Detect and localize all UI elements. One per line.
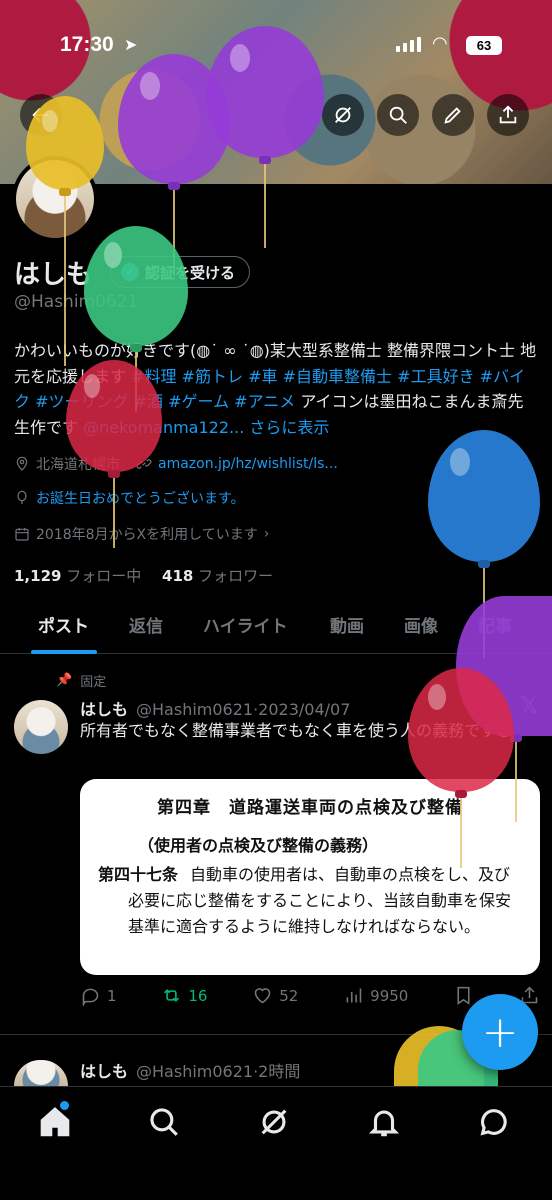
nav-messages[interactable] [477, 1105, 511, 1139]
chevron-right-icon: › [263, 526, 270, 542]
tab-replies[interactable]: 返信 [129, 612, 163, 637]
hashtag-link[interactable]: #筋トレ [182, 367, 243, 386]
following-link[interactable]: 1,129 フォロー中 [14, 567, 141, 585]
repost-icon [164, 989, 180, 1002]
battery-indicator: 63 [466, 36, 502, 55]
plus-icon: + [481, 1006, 519, 1058]
tweet-author-name[interactable]: はしも [80, 700, 128, 719]
tweet-author-name[interactable]: はしも [80, 1062, 128, 1081]
tweet-image[interactable]: 第四章 道路運送車両の点検及び整備 （使用者の点検及び整備の義務） 第四十七条自… [80, 779, 540, 975]
reply-button[interactable]: 1 [80, 985, 117, 1006]
nav-home[interactable] [38, 1105, 72, 1139]
profile-website-link[interactable]: amazon.jp/hz/wishlist/ls... [158, 456, 338, 472]
heart-icon [254, 988, 271, 1004]
nav-grok[interactable] [257, 1105, 291, 1139]
views-button[interactable]: 9950 [343, 985, 408, 1006]
pencil-icon [444, 107, 461, 124]
search-icon [389, 106, 407, 124]
tweet-header: はしも @Hashim0621·2023/04/07 [80, 696, 350, 720]
tab-images[interactable]: 画像 [404, 612, 438, 637]
image-body-text: 自動車の使用者は、自動車の点検をし、及び必要に応じ整備をすることにより、当該自動… [128, 865, 512, 936]
share-button[interactable] [487, 94, 529, 136]
profile-name: はしも [14, 260, 93, 290]
hashtag-link[interactable]: #アニメ [234, 392, 295, 411]
joined-row[interactable]: 2018年8月からXを利用しています › [14, 524, 269, 544]
like-button[interactable]: 52 [252, 985, 298, 1006]
image-body: 第四十七条 自動車の使用者は、自動車の点検をし、及び必要に応じ整備をすることにより… [98, 862, 522, 940]
hashtag-link[interactable]: #車 [248, 367, 277, 386]
tweet-avatar[interactable] [14, 1060, 68, 1086]
tweet-author-handle[interactable]: @Hashim0621 [136, 1062, 253, 1081]
search-button[interactable] [377, 94, 419, 136]
grok-button[interactable] [322, 94, 364, 136]
repost-count: 16 [188, 986, 208, 1005]
image-subtitle: （使用者の点検及び整備の義務） [138, 836, 379, 855]
grok-icon [335, 107, 351, 123]
view-count: 9950 [370, 986, 409, 1005]
tab-posts[interactable]: ポスト [38, 612, 89, 637]
following-label: フォロー中 [66, 567, 142, 585]
tweet-date[interactable]: 2023/04/07 [258, 700, 350, 719]
birthday-row: お誕生日おめでとうございます。 [14, 488, 245, 508]
image-article: 第四十七条 [98, 865, 179, 884]
messages-icon [480, 1109, 507, 1136]
status-time: 17:30 [60, 33, 114, 56]
repost-button[interactable]: 16 [161, 985, 207, 1006]
nav-notifications[interactable] [367, 1105, 401, 1139]
tab-videos[interactable]: 動画 [330, 612, 364, 637]
reply-icon [82, 988, 99, 1006]
grok-nav-icon [261, 1109, 287, 1135]
explore-icon [150, 1108, 178, 1136]
location-arrow-icon: ➤ [124, 35, 138, 54]
follow-stats: 1,129 フォロー中 418 フォロワー [14, 565, 273, 586]
pinned-label: 📌 固定 [56, 671, 106, 690]
followers-label: フォロワー [198, 567, 274, 585]
active-tab-indicator [31, 650, 97, 654]
location-pin-icon [16, 456, 28, 471]
tweet-author-handle[interactable]: @Hashim0621 [136, 700, 253, 719]
hashtag-link[interactable]: #自動車整備士 [283, 367, 392, 386]
edit-button[interactable] [432, 94, 474, 136]
nav-explore[interactable] [147, 1105, 181, 1139]
tweet-avatar[interactable] [14, 700, 68, 754]
birthday-text: お誕生日おめでとうございます。 [36, 491, 245, 507]
share-icon [499, 105, 517, 124]
followers-count: 418 [162, 567, 194, 585]
tweet-actions: 1 16 52 9950 [80, 985, 540, 1006]
bell-icon [368, 1110, 400, 1137]
show-more-link[interactable]: さらに表示 [249, 418, 329, 437]
following-count: 1,129 [14, 567, 62, 585]
pin-icon: 📌 [56, 673, 73, 688]
hashtag-link[interactable]: #ゲーム [168, 392, 229, 411]
hashtag-link[interactable]: #工具好き [397, 367, 474, 386]
tweet-header: はしも @Hashim0621·2時間 [80, 1058, 300, 1082]
bookmark-button[interactable] [453, 985, 474, 1006]
wifi-icon: ◠ [432, 33, 448, 54]
notification-dot [60, 1101, 69, 1110]
calendar-icon [15, 528, 29, 541]
tweet-date[interactable]: 2時間 [258, 1062, 300, 1081]
home-icon [40, 1107, 70, 1137]
pinned-text: 固定 [80, 675, 107, 690]
joined-date: 2018年8月からXを利用しています [36, 527, 258, 543]
reply-count: 1 [107, 986, 117, 1005]
followers-link[interactable]: 418 フォロワー [162, 567, 273, 585]
bookmark-icon [457, 986, 470, 1005]
profile-meta-row: 北海道札幌市 amazon.jp/hz/wishlist/ls... [14, 454, 338, 474]
views-chart-icon [346, 988, 362, 1003]
like-count: 52 [279, 986, 299, 1005]
compose-post-button[interactable]: + [462, 994, 538, 1070]
bottom-navigation [0, 1086, 552, 1200]
balloon-icon [17, 490, 27, 504]
cellular-signal-icon [396, 37, 421, 52]
tab-highlights[interactable]: ハイライト [203, 612, 288, 637]
